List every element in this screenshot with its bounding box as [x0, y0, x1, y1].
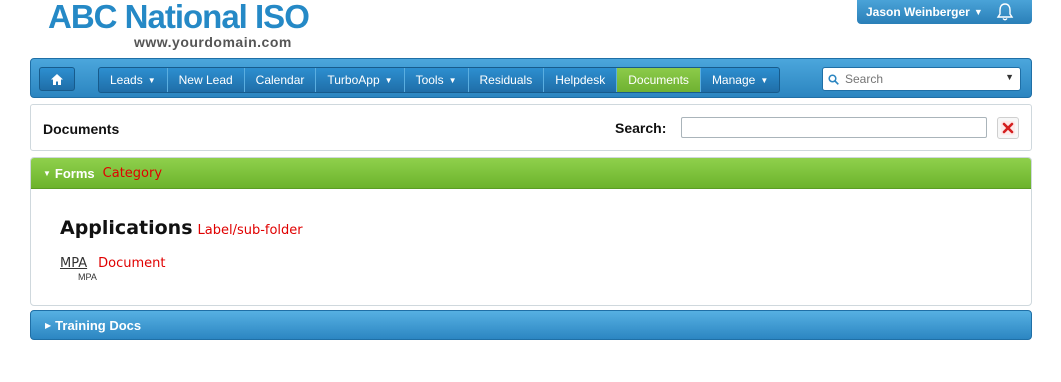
nav-item-label: Tools: [415, 73, 444, 87]
caret-right-icon: ▶: [45, 320, 52, 330]
nav-item-manage[interactable]: Manage ▼: [701, 68, 779, 92]
subfolder-annotation: Label/sub-folder: [197, 223, 303, 238]
training-section-title: Training Docs: [55, 317, 142, 333]
nav-menu: Leads ▼ New Lead Calendar TurboApp ▼ Tools…: [98, 67, 781, 93]
nav-item-turboapp[interactable]: TurboApp ▼: [316, 68, 405, 92]
home-button[interactable]: [39, 67, 75, 91]
nav-item-label: Leads: [110, 73, 143, 87]
home-icon: [51, 73, 63, 85]
chevron-down-icon: ▼: [147, 75, 156, 85]
chevron-down-icon: ▼: [384, 75, 393, 85]
nav-item-label: Residuals: [479, 73, 533, 87]
caret-down-icon: ▼: [43, 168, 51, 178]
clear-search-button[interactable]: [997, 117, 1019, 139]
nav-item-label: Manage: [711, 73, 756, 87]
page-title: Documents: [43, 121, 120, 137]
document-link[interactable]: MPA: [60, 256, 87, 271]
subfolder-title: Applications: [60, 217, 193, 239]
chevron-down-icon[interactable]: ▼: [1005, 72, 1014, 82]
nav-item-new-lead[interactable]: New Lead: [168, 68, 245, 92]
close-icon: [1001, 121, 1015, 135]
nav-item-residuals[interactable]: Residuals: [469, 68, 545, 92]
chevron-down-icon: ▼: [448, 75, 457, 85]
nav-item-label: Calendar: [255, 73, 305, 87]
nav-item-documents[interactable]: Documents: [617, 68, 701, 92]
chevron-down-icon: ▼: [760, 75, 769, 85]
brand-domain: www.yourdomain.com: [134, 34, 292, 50]
search-icon: [823, 73, 843, 85]
user-name: Jason Weinberger: [866, 5, 970, 19]
forms-section-header[interactable]: ▼ Forms Category: [31, 158, 1031, 189]
nav-item-label: Helpdesk: [555, 73, 606, 87]
nav-item-calendar[interactable]: Calendar: [245, 68, 317, 92]
forms-section: ▼ Forms Category Applications Label/sub-…: [30, 157, 1032, 306]
document-row: MPA Document: [60, 256, 165, 271]
nav-item-helpdesk[interactable]: Helpdesk: [544, 68, 618, 92]
chevron-down-icon: ▼: [973, 7, 983, 17]
nav-item-leads[interactable]: Leads ▼: [99, 68, 168, 92]
document-subtitle: MPA: [78, 272, 97, 282]
global-search-input[interactable]: [843, 71, 997, 87]
main-navbar: Leads ▼ New Lead Calendar TurboApp ▼ Tools…: [30, 58, 1032, 98]
nav-item-label: New Lead: [178, 73, 233, 87]
subfolder-row: Applications Label/sub-folder: [60, 217, 303, 239]
nav-item-label: Documents: [628, 73, 689, 87]
search-label: Search:: [615, 120, 667, 136]
global-search[interactable]: ▼: [822, 67, 1021, 91]
brand-logo: ABC National ISO: [48, 0, 310, 35]
category-annotation: Category: [102, 165, 163, 181]
nav-item-tools[interactable]: Tools ▼: [405, 68, 469, 92]
training-docs-section-header[interactable]: ▶ Training Docs: [30, 310, 1032, 340]
documents-toolbar: Documents Search:: [30, 104, 1032, 151]
documents-search-input[interactable]: [681, 117, 987, 138]
user-menu[interactable]: Jason Weinberger ▼: [857, 0, 1032, 24]
bell-icon[interactable]: [995, 2, 1015, 22]
document-annotation: Document: [98, 256, 166, 271]
nav-item-label: TurboApp: [327, 73, 380, 87]
forms-section-title: Forms: [54, 165, 95, 181]
